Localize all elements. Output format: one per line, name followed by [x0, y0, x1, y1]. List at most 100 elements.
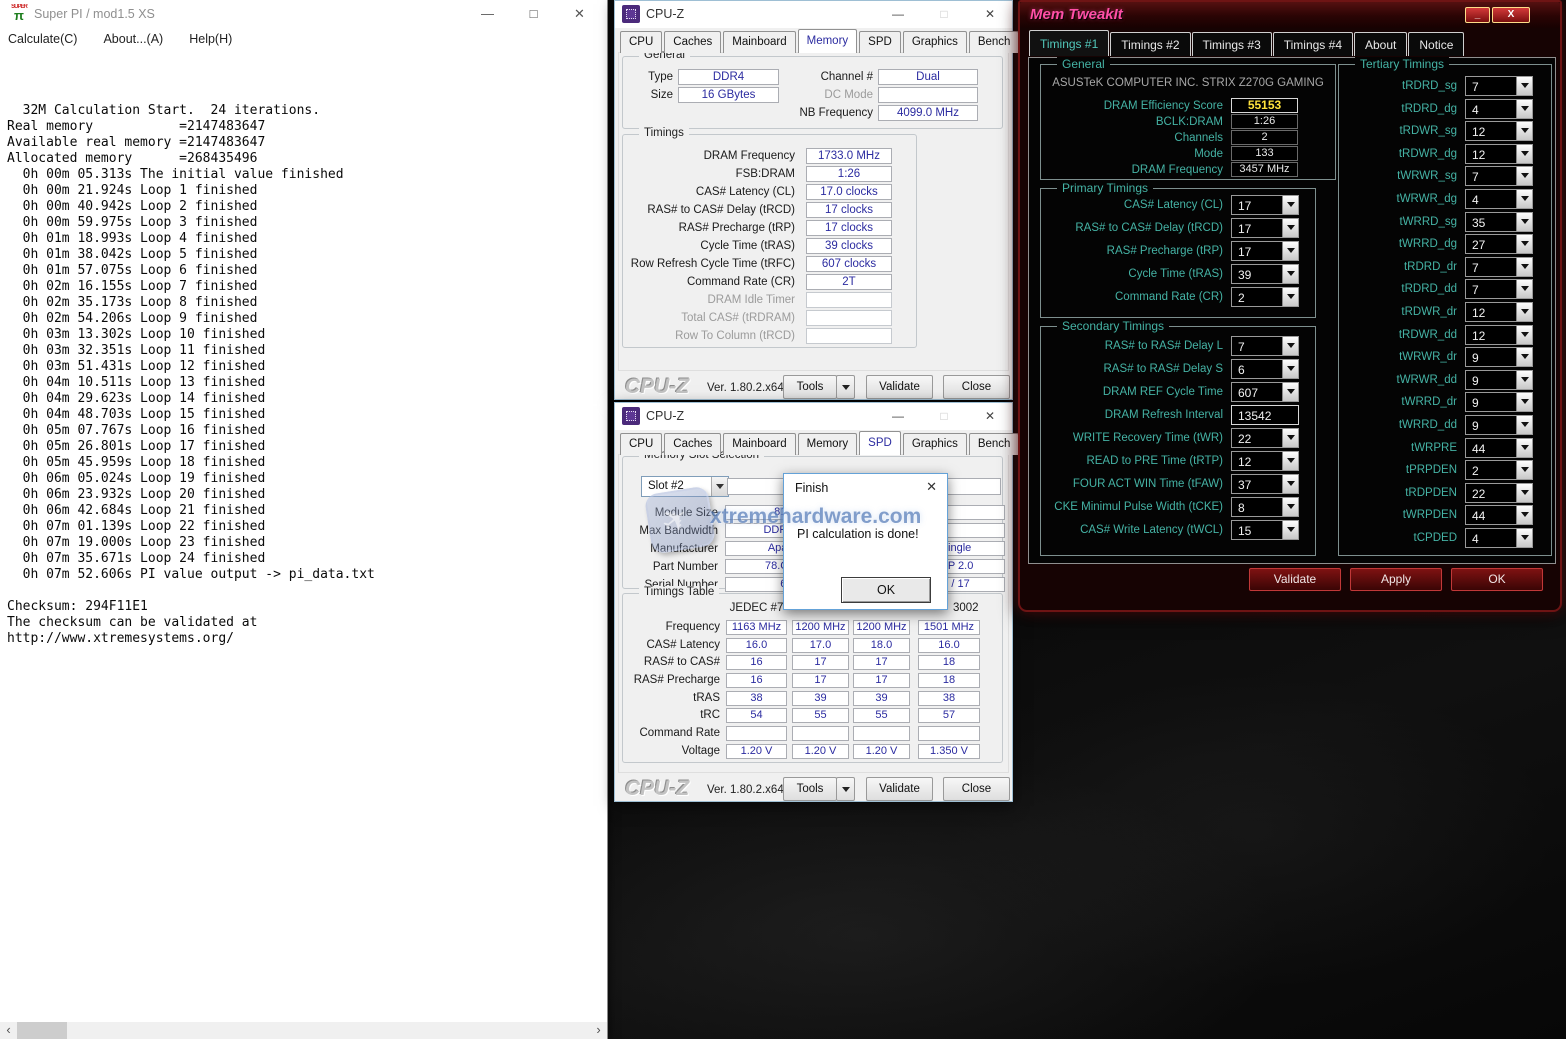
horizontal-scrollbar[interactable]: ‹ ›: [0, 1022, 607, 1039]
maximize-button[interactable]: □: [511, 0, 556, 28]
tab[interactable]: Memory: [798, 433, 858, 455]
timing-select[interactable]: 2: [1231, 287, 1299, 307]
tools-dropdown-button[interactable]: [836, 777, 855, 801]
chevron-down-icon[interactable]: [1516, 145, 1532, 163]
chevron-down-icon[interactable]: [1516, 100, 1532, 118]
chevron-down-icon[interactable]: [1516, 416, 1532, 434]
tab[interactable]: Caches: [664, 433, 721, 455]
tab[interactable]: Timings #3: [1192, 32, 1272, 56]
chevron-down-icon[interactable]: [1516, 461, 1532, 479]
timing-select[interactable]: 22: [1465, 483, 1533, 503]
timing-select[interactable]: 9: [1465, 392, 1533, 412]
timing-select[interactable]: 7: [1465, 166, 1533, 186]
validate-button[interactable]: Validate: [866, 777, 933, 801]
chevron-down-icon[interactable]: [1282, 196, 1298, 214]
chevron-down-icon[interactable]: [1516, 235, 1532, 253]
timing-select[interactable]: 4: [1465, 528, 1533, 548]
tab[interactable]: Timings #4: [1273, 32, 1353, 56]
chevron-down-icon[interactable]: [1282, 337, 1298, 355]
close-icon[interactable]: ✕: [926, 479, 937, 495]
close-button[interactable]: ✕: [968, 403, 1012, 430]
chevron-down-icon[interactable]: [1516, 258, 1532, 276]
timing-select[interactable]: 12: [1465, 325, 1533, 345]
chevron-down-icon[interactable]: [1282, 475, 1298, 493]
chevron-down-icon[interactable]: [1516, 529, 1532, 547]
close-window-button[interactable]: Close: [943, 375, 1010, 399]
scroll-right-icon[interactable]: ›: [590, 1022, 607, 1039]
chevron-down-icon[interactable]: [1282, 242, 1298, 260]
timing-select[interactable]: 2: [1465, 460, 1533, 480]
tab[interactable]: Timings #1: [1029, 30, 1109, 56]
timing-select[interactable]: 39: [1231, 264, 1299, 284]
tab[interactable]: Bench: [969, 433, 1020, 455]
timing-select[interactable]: 9: [1465, 370, 1533, 390]
chevron-down-icon[interactable]: [1516, 484, 1532, 502]
chevron-down-icon[interactable]: [1282, 265, 1298, 283]
tab[interactable]: Memory: [798, 29, 858, 53]
timing-select[interactable]: 22: [1231, 428, 1299, 448]
timing-select[interactable]: 607: [1231, 382, 1299, 402]
chevron-down-icon[interactable]: [1516, 190, 1532, 208]
chevron-down-icon[interactable]: [1516, 122, 1532, 140]
timing-select[interactable]: 9: [1465, 347, 1533, 367]
tab[interactable]: Graphics: [903, 31, 967, 53]
chevron-down-icon[interactable]: [1282, 219, 1298, 237]
tab[interactable]: Bench: [969, 31, 1020, 53]
chevron-down-icon[interactable]: [1516, 280, 1532, 298]
tools-button[interactable]: Tools: [783, 777, 837, 801]
timing-select[interactable]: 4: [1465, 189, 1533, 209]
timing-select[interactable]: 12: [1231, 451, 1299, 471]
tab[interactable]: SPD: [859, 31, 901, 53]
chevron-down-icon[interactable]: [1516, 303, 1532, 321]
timing-select[interactable]: 12: [1465, 144, 1533, 164]
chevron-down-icon[interactable]: [1282, 498, 1298, 516]
chevron-down-icon[interactable]: [1282, 521, 1298, 539]
timing-select[interactable]: 37: [1231, 474, 1299, 494]
timing-select[interactable]: 7: [1231, 336, 1299, 356]
tab[interactable]: Graphics: [903, 433, 967, 455]
menu-item[interactable]: About...(A): [103, 28, 175, 52]
scroll-left-icon[interactable]: ‹: [0, 1022, 17, 1039]
minimize-button[interactable]: _: [1465, 7, 1490, 23]
timing-select[interactable]: 12: [1465, 121, 1533, 141]
timing-select[interactable]: 17: [1231, 241, 1299, 261]
menu-item[interactable]: Calculate(C): [8, 28, 89, 52]
scrollbar-thumb[interactable]: [17, 1022, 67, 1039]
timing-select[interactable]: 4: [1465, 99, 1533, 119]
timing-select[interactable]: 8: [1231, 497, 1299, 517]
timing-select[interactable]: 44: [1465, 438, 1533, 458]
action-button[interactable]: OK: [1451, 568, 1543, 591]
action-button[interactable]: Apply: [1350, 568, 1442, 591]
tools-button[interactable]: Tools: [783, 375, 837, 399]
tools-dropdown-button[interactable]: [836, 375, 855, 399]
chevron-down-icon[interactable]: [1516, 213, 1532, 231]
chevron-down-icon[interactable]: [1282, 429, 1298, 447]
chevron-down-icon[interactable]: [1516, 167, 1532, 185]
chevron-down-icon[interactable]: [1516, 348, 1532, 366]
chevron-down-icon[interactable]: [711, 477, 728, 496]
tab[interactable]: Mainboard: [723, 31, 795, 53]
memtweakit-titlebar[interactable]: Mem TweakIt _ X: [1020, 2, 1560, 28]
ok-button[interactable]: OK: [841, 577, 931, 603]
chevron-down-icon[interactable]: [1282, 360, 1298, 378]
tab[interactable]: SPD: [859, 431, 901, 455]
validate-button[interactable]: Validate: [866, 375, 933, 399]
chevron-down-icon[interactable]: [1282, 288, 1298, 306]
chevron-down-icon[interactable]: [1516, 393, 1532, 411]
cpuz-titlebar[interactable]: CPU-Z — □ ✕: [615, 403, 1012, 430]
timing-select[interactable]: 15: [1231, 520, 1299, 540]
action-button[interactable]: Validate: [1249, 568, 1341, 591]
timing-select[interactable]: 7: [1465, 76, 1533, 96]
chevron-down-icon[interactable]: [1282, 383, 1298, 401]
slot-select[interactable]: Slot #2: [641, 476, 729, 497]
timing-select[interactable]: 27: [1465, 234, 1533, 254]
timing-select[interactable]: 17: [1231, 218, 1299, 238]
tab[interactable]: Caches: [664, 31, 721, 53]
timing-select[interactable]: 9: [1465, 415, 1533, 435]
tab[interactable]: Mainboard: [723, 433, 795, 455]
close-button[interactable]: ✕: [557, 0, 602, 28]
timing-select[interactable]: 7: [1465, 257, 1533, 277]
tab[interactable]: About: [1354, 32, 1407, 56]
minimize-button[interactable]: —: [876, 403, 920, 430]
timing-select[interactable]: 13542: [1231, 405, 1299, 425]
